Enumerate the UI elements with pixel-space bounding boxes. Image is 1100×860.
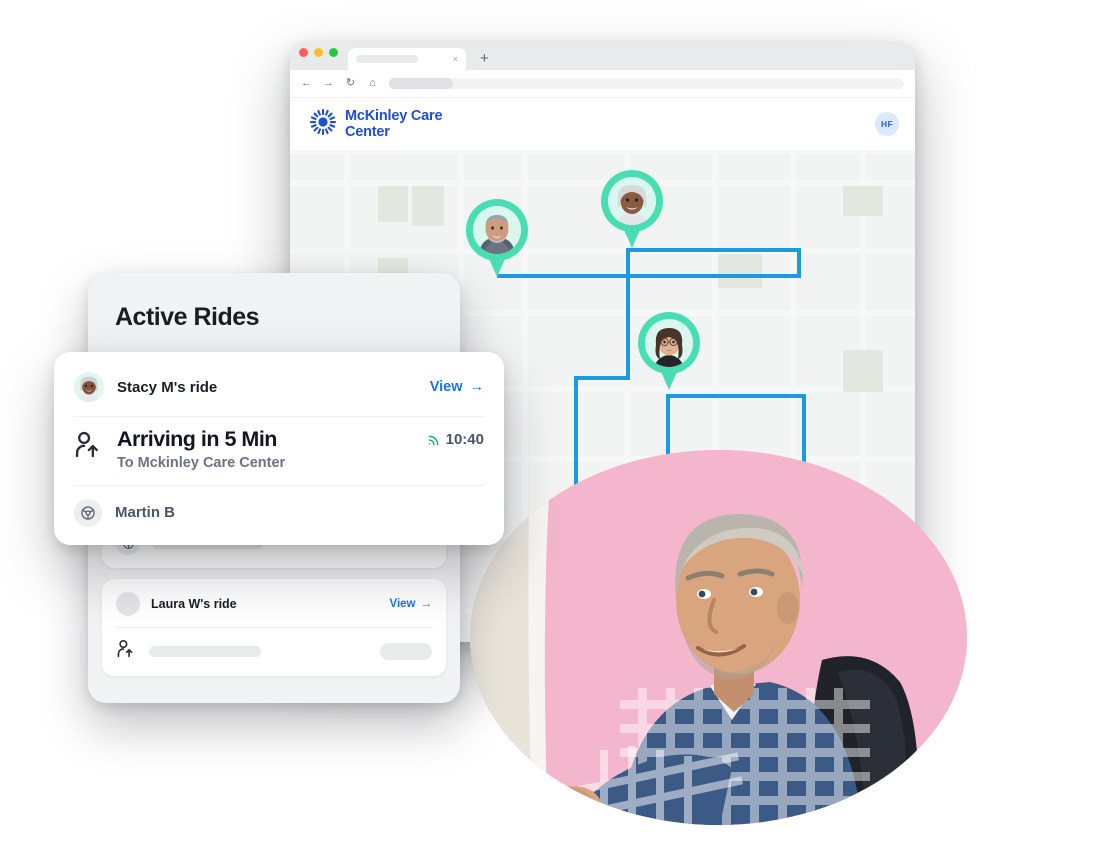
pin-rider-3[interactable] <box>638 312 700 390</box>
eta-row <box>116 637 432 665</box>
view-ride-link[interactable]: View → <box>390 598 433 610</box>
forward-icon[interactable]: → <box>323 78 334 89</box>
maximize-window-button[interactable] <box>329 47 338 57</box>
page-title: Active Rides <box>115 303 260 331</box>
signal-icon <box>427 432 442 447</box>
tab-title <box>356 55 418 63</box>
driver-name: Martin B <box>115 504 175 522</box>
view-ride-link[interactable]: View → <box>430 379 484 395</box>
close-window-button[interactable] <box>299 47 308 57</box>
pin-rider-1[interactable] <box>466 199 528 277</box>
home-icon[interactable]: ⌂ <box>367 78 378 89</box>
screenshot-root: × + ← → ↻ ⌂ McKinley Care Center HF Acti… <box>0 0 1100 860</box>
avatar[interactable]: HF <box>875 112 899 136</box>
list-item[interactable]: Laura W's ride View → <box>102 579 446 676</box>
browser-tab[interactable]: × <box>348 48 466 70</box>
address-bar[interactable] <box>389 78 904 89</box>
time-placeholder <box>380 642 432 660</box>
ride-header-row: Laura W's ride View → <box>116 590 432 618</box>
arrival-time: 10:40 <box>427 427 484 448</box>
eta-text: Arriving in 5 Min <box>117 427 277 451</box>
ride-header-row: Stacy M's ride View → <box>74 358 484 416</box>
new-tab-icon[interactable]: + <box>480 51 489 70</box>
browser-tabstrip: × + <box>290 42 915 70</box>
sunburst-icon <box>310 108 336 140</box>
destination-text: To Mckinley Care Center <box>117 454 286 471</box>
ride-title: Laura W's ride <box>151 597 237 611</box>
view-label: View <box>429 379 463 395</box>
eta-placeholder <box>149 645 261 657</box>
route-segment <box>574 376 630 380</box>
pin-head <box>638 312 700 374</box>
back-icon[interactable]: ← <box>301 78 312 89</box>
arrow-right-icon: → <box>469 379 485 395</box>
arrow-right-icon: → <box>420 598 433 610</box>
route-segment <box>666 394 806 398</box>
person-pickup-icon <box>74 427 104 464</box>
route-segment <box>626 248 630 378</box>
browser-urlbar: ← → ↻ ⌂ <box>290 70 915 98</box>
hero-photo <box>470 450 967 825</box>
divider <box>116 627 432 628</box>
brand-name: McKinley Care Center <box>345 107 443 140</box>
pin-avatar-photo <box>645 319 693 367</box>
route-segment <box>797 248 801 278</box>
route-segment <box>497 274 801 278</box>
pin-avatar-photo <box>473 206 521 254</box>
pin-head <box>601 170 663 232</box>
app-header: McKinley Care Center HF <box>290 98 915 150</box>
brand-logo[interactable]: McKinley Care Center <box>310 107 443 140</box>
ride-detail-card: Stacy M's ride View → Arriving in 5 Min … <box>54 352 504 545</box>
avatar <box>74 372 104 402</box>
minimize-window-button[interactable] <box>314 47 323 57</box>
ride-status-row: Arriving in 5 Min To Mckinley Care Cente… <box>74 417 484 485</box>
pin-rider-2[interactable] <box>601 170 663 248</box>
pin-head <box>466 199 528 261</box>
avatar <box>116 592 140 616</box>
rider-name: Stacy M's ride <box>117 378 218 396</box>
view-label: View <box>389 598 416 610</box>
close-tab-icon[interactable]: × <box>453 54 458 64</box>
pin-avatar-photo <box>608 177 656 225</box>
window-traffic-lights <box>299 42 338 70</box>
driver-row: Martin B <box>74 486 484 537</box>
steering-wheel-icon <box>74 498 102 527</box>
route-segment <box>630 248 801 252</box>
time-text: 10:40 <box>445 431 484 448</box>
person-pickup-icon <box>116 639 138 664</box>
reload-icon[interactable]: ↻ <box>345 78 356 89</box>
